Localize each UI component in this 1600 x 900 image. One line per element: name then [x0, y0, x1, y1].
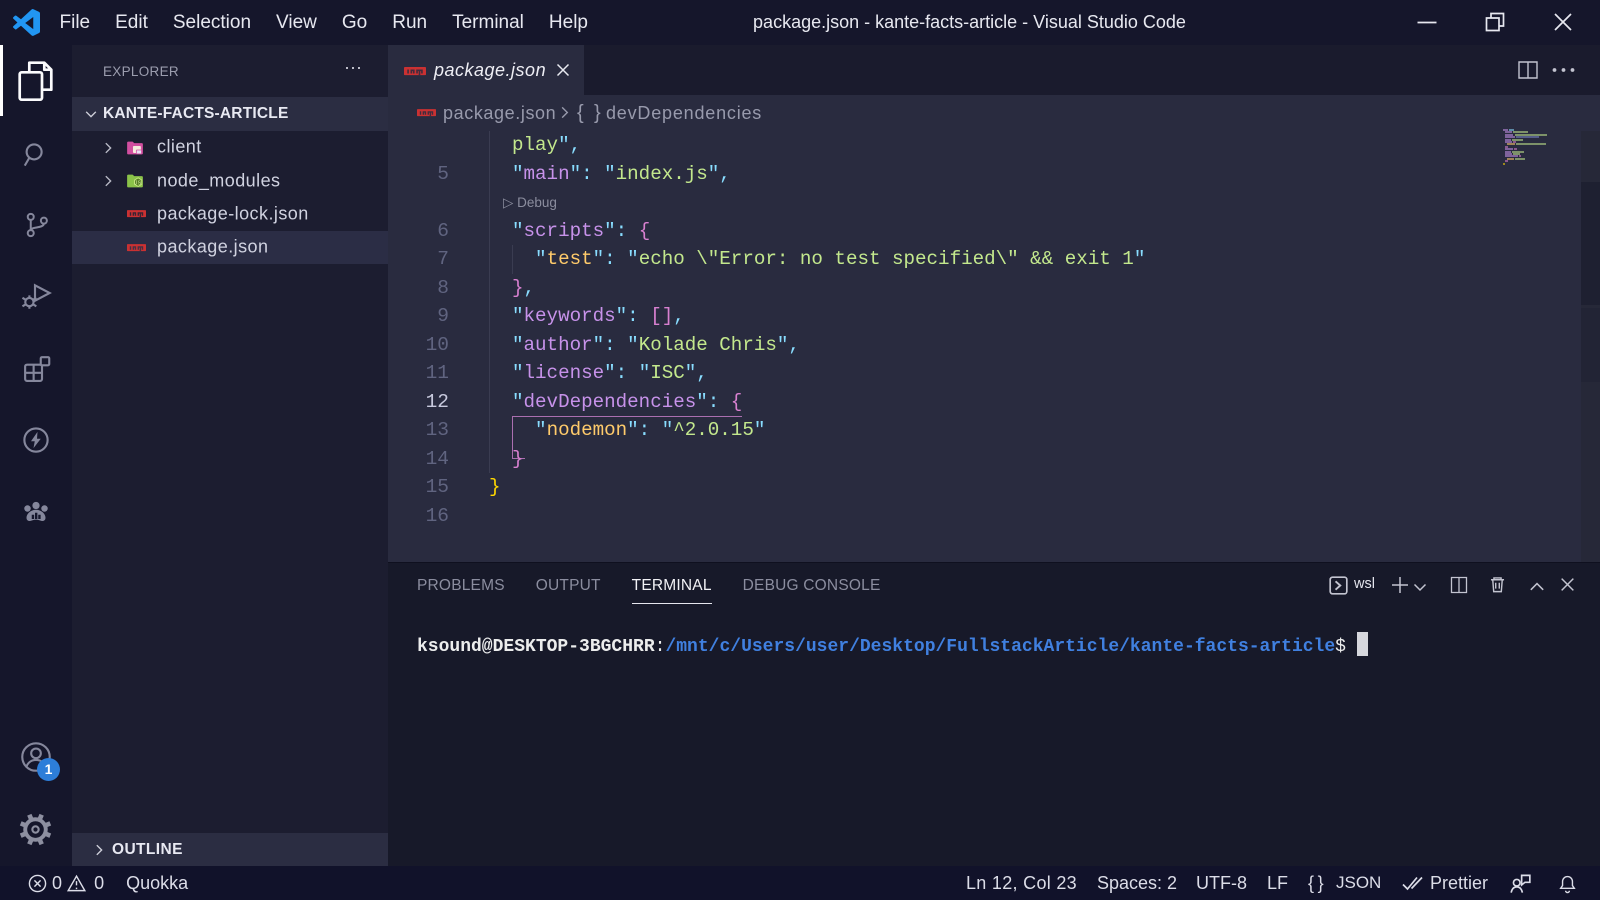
svg-text:JS: JS — [134, 180, 141, 186]
